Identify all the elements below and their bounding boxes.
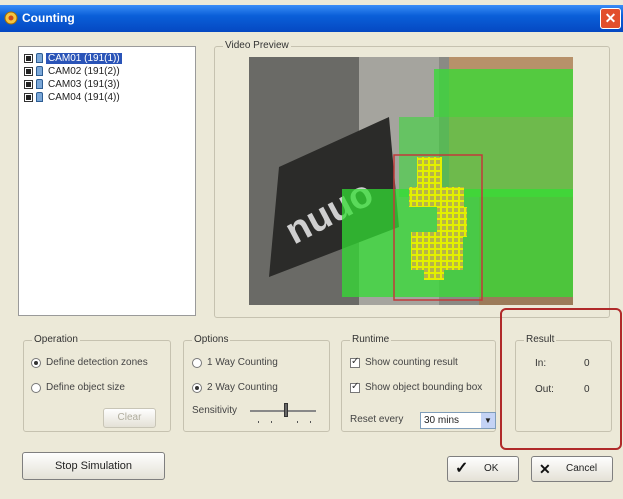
reset-every-label: Reset every [350,414,404,425]
window-title: Counting [22,11,75,25]
reset-interval-select[interactable]: 30 mins ▼ [420,412,496,429]
camera-icon [36,53,43,63]
show-bounding-box-checkbox[interactable]: Show object bounding box [350,382,496,393]
camera-icon [36,79,43,89]
counting-dialog: Counting ✕ CAM01 (191(1)) CAM02 (191(2))… [0,0,623,499]
video-frame: nuuo [249,57,573,305]
chevron-down-icon[interactable]: ▼ [481,413,495,428]
sensitivity-slider-track[interactable] [250,410,316,412]
radio-icon [31,357,41,368]
clear-button[interactable]: Clear [103,408,156,428]
define-detection-zones-radio[interactable]: Define detection zones [31,357,148,368]
slider-tick [310,421,311,423]
x-icon: ✕ [539,461,551,477]
camera-item[interactable]: CAM02 (191(2)) [24,65,122,77]
camera-icon [36,66,43,76]
sensitivity-label: Sensitivity [192,405,238,416]
video-preview-label: Video Preview [223,40,291,51]
slider-tick [271,421,272,423]
expand-icon[interactable] [24,66,33,76]
app-icon [4,11,18,25]
slider-tick [258,421,259,423]
expand-icon[interactable] [24,92,33,102]
camera-item[interactable]: CAM01 (191(1)) [24,52,122,64]
checkbox-icon [350,382,360,393]
ok-button[interactable]: ✓ OK [447,456,519,482]
camera-item[interactable]: CAM03 (191(3)) [24,78,122,90]
show-counting-result-checkbox[interactable]: Show counting result [350,356,458,368]
result-highlight-box [500,308,622,450]
checkbox-icon [350,356,360,368]
camera-tree[interactable]: CAM01 (191(1)) CAM02 (191(2)) CAM03 (191… [18,46,196,316]
camera-label: CAM02 (191(2)) [48,65,120,77]
sensitivity-slider-thumb[interactable] [284,403,288,417]
camera-item[interactable]: CAM04 (191(4)) [24,91,122,103]
two-way-counting-radio[interactable]: 2 Way Counting [192,382,278,393]
expand-icon[interactable] [24,53,33,63]
camera-label: CAM03 (191(3)) [48,78,120,90]
camera-label: CAM04 (191(4)) [48,91,120,103]
video-preview[interactable]: nuuo [249,57,573,305]
cancel-button[interactable]: ✕ Cancel [531,456,613,482]
expand-icon[interactable] [24,79,33,89]
one-way-counting-radio[interactable]: 1 Way Counting [192,357,278,368]
define-object-size-radio[interactable]: Define object size [31,382,125,393]
title-bar: Counting ✕ [0,5,623,32]
stop-simulation-button[interactable]: Stop Simulation [22,452,165,480]
camera-icon [36,92,43,102]
options-label: Options [192,334,231,345]
operation-label: Operation [32,334,80,345]
close-icon[interactable]: ✕ [600,8,621,29]
radio-icon [192,382,202,393]
camera-label: CAM01 (191(1)) [46,52,122,64]
radio-icon [31,382,41,393]
radio-icon [192,357,202,368]
runtime-label: Runtime [350,334,392,345]
check-icon: ✓ [455,460,469,477]
slider-tick [297,421,298,423]
